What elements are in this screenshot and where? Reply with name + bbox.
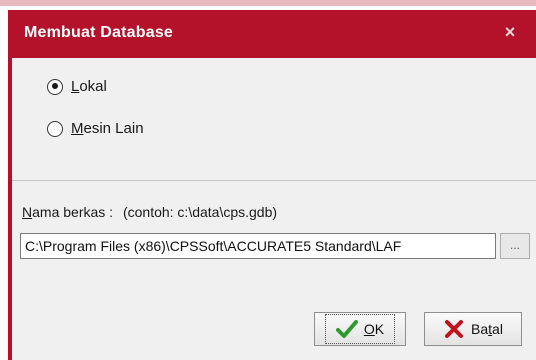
- top-strip-accent: [0, 0, 536, 6]
- radio-mesin-lain[interactable]: Mesin Lain: [47, 120, 144, 137]
- title-bar[interactable]: Membuat Database ×: [12, 10, 536, 58]
- ok-button-label: OK: [364, 321, 384, 337]
- file-label-access-key: N: [22, 204, 33, 220]
- radio-lokal-indicator[interactable]: [47, 78, 63, 95]
- radio-mesin-lain-label: Mesin Lain: [71, 120, 144, 137]
- location-group: Lokal Mesin Lain: [12, 58, 536, 181]
- radio-lokal-label-rest: okal: [79, 78, 107, 95]
- file-name-label-row: Nama berkas : (contoh: c:\data\cps.gdb): [22, 204, 277, 220]
- close-icon[interactable]: ×: [500, 22, 520, 42]
- file-path-input[interactable]: [20, 233, 496, 259]
- check-icon: [335, 320, 358, 338]
- ok-button-focus-rect: OK: [324, 314, 396, 344]
- file-name-label: ama berkas :: [32, 204, 114, 220]
- create-database-dialog: Membuat Database × Lokal Mesin Lain Nama…: [0, 0, 536, 360]
- ok-label-rest: K: [374, 321, 385, 337]
- cancel-button-label: Batal: [471, 321, 503, 337]
- cancel-label-post: al: [492, 321, 503, 337]
- ok-button[interactable]: OK: [314, 312, 406, 346]
- cancel-button[interactable]: Batal: [424, 312, 522, 346]
- radio-lokal[interactable]: Lokal: [47, 78, 107, 95]
- close-x-icon: [445, 320, 464, 338]
- file-name-hint: (contoh: c:\data\cps.gdb): [122, 204, 278, 220]
- dialog-title: Membuat Database: [24, 24, 174, 41]
- dialog-client: Lokal Mesin Lain Nama berkas : (contoh: …: [12, 58, 536, 360]
- radio-mesin-lain-label-rest: esin Lain: [83, 120, 144, 137]
- radio-lokal-label: Lokal: [71, 78, 107, 95]
- cancel-label-pre: Ba: [471, 321, 489, 337]
- browse-button[interactable]: ...: [500, 233, 530, 259]
- dialog-frame: Membuat Database × Lokal Mesin Lain Nama…: [8, 10, 536, 360]
- radio-mesin-lain-indicator[interactable]: [47, 120, 63, 137]
- radio-mesin-lain-access-key: M: [71, 120, 84, 137]
- ok-access-key: O: [363, 321, 375, 337]
